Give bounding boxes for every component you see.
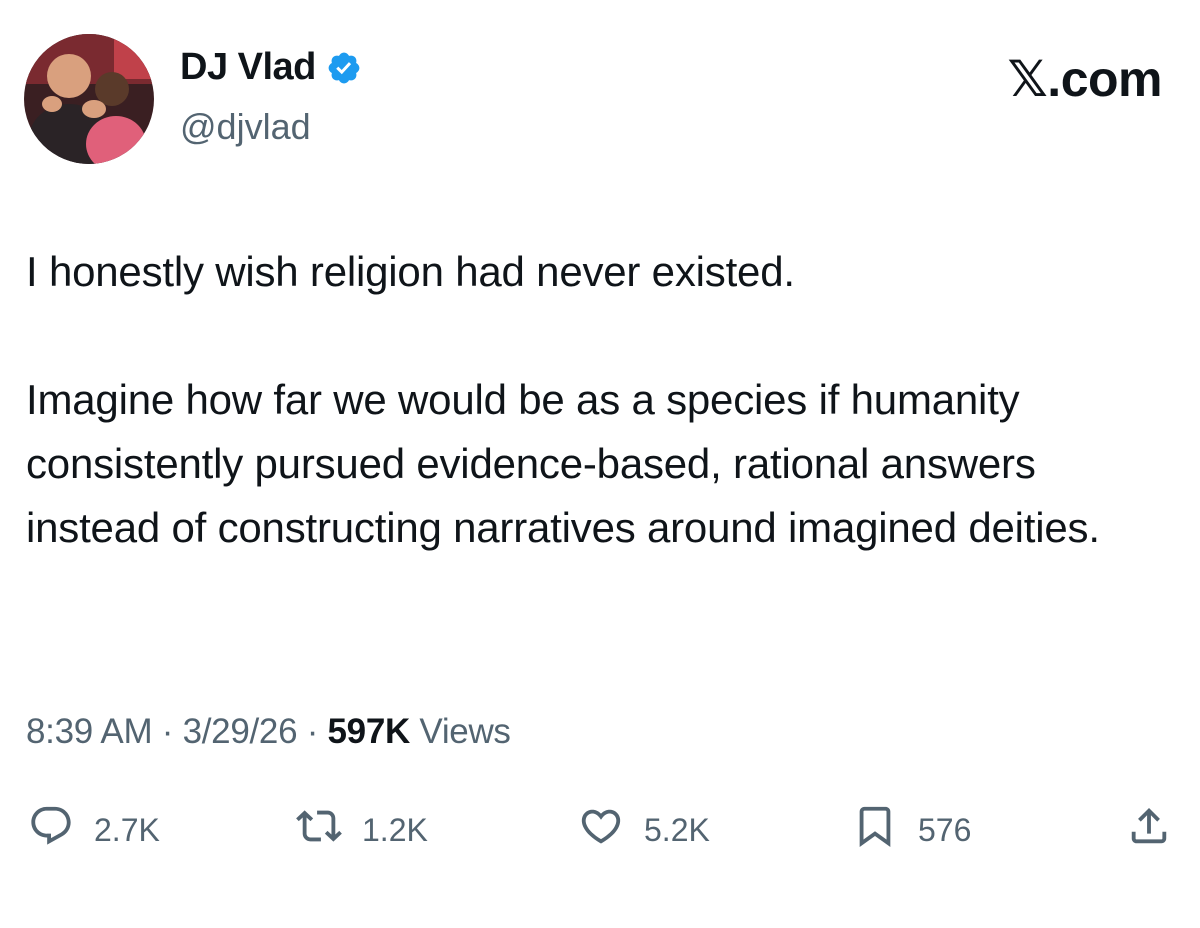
views-count: 597K — [327, 712, 410, 751]
bookmark-icon — [852, 803, 898, 857]
tweet-time[interactable]: 8:39 AM — [26, 712, 153, 751]
tweet-paragraph: Imagine how far we would be as a species… — [26, 376, 1100, 551]
meta-separator: · — [306, 712, 319, 751]
views-label: Views — [419, 712, 511, 751]
heart-icon — [578, 803, 624, 857]
author-handle[interactable]: @djvlad — [180, 106, 311, 148]
like-count: 5.2K — [644, 811, 710, 848]
avatar[interactable] — [24, 34, 154, 164]
share-icon — [1126, 803, 1172, 857]
author-display-name[interactable]: DJ Vlad — [180, 46, 316, 89]
reply-count: 2.7K — [94, 811, 160, 848]
tweet-date[interactable]: 3/29/26 — [183, 712, 298, 751]
repost-count: 1.2K — [362, 811, 428, 848]
tweet-text: I honestly wish religion had never exist… — [26, 240, 1176, 560]
bookmark-button[interactable]: 576 — [852, 800, 971, 860]
repost-icon — [296, 803, 342, 857]
like-button[interactable]: 5.2K — [578, 800, 710, 860]
verified-badge-icon[interactable] — [326, 50, 362, 86]
avatar-photo — [24, 34, 154, 164]
meta-separator: · — [161, 712, 174, 751]
tweet-meta: 8:39 AM · 3/29/26 · 597K Views — [26, 712, 511, 752]
author-name-row[interactable]: DJ Vlad — [180, 46, 362, 89]
x-logo: 𝕏.com — [1007, 51, 1163, 107]
share-button[interactable] — [1126, 800, 1172, 860]
bookmark-count: 576 — [918, 811, 972, 848]
reply-icon — [28, 803, 74, 857]
tweet-paragraph: I honestly wish religion had never exist… — [26, 248, 795, 295]
reply-button[interactable]: 2.7K — [28, 800, 160, 860]
repost-button[interactable]: 1.2K — [296, 800, 428, 860]
action-bar: 2.7K 1.2K 5.2K 576 — [0, 800, 1200, 860]
